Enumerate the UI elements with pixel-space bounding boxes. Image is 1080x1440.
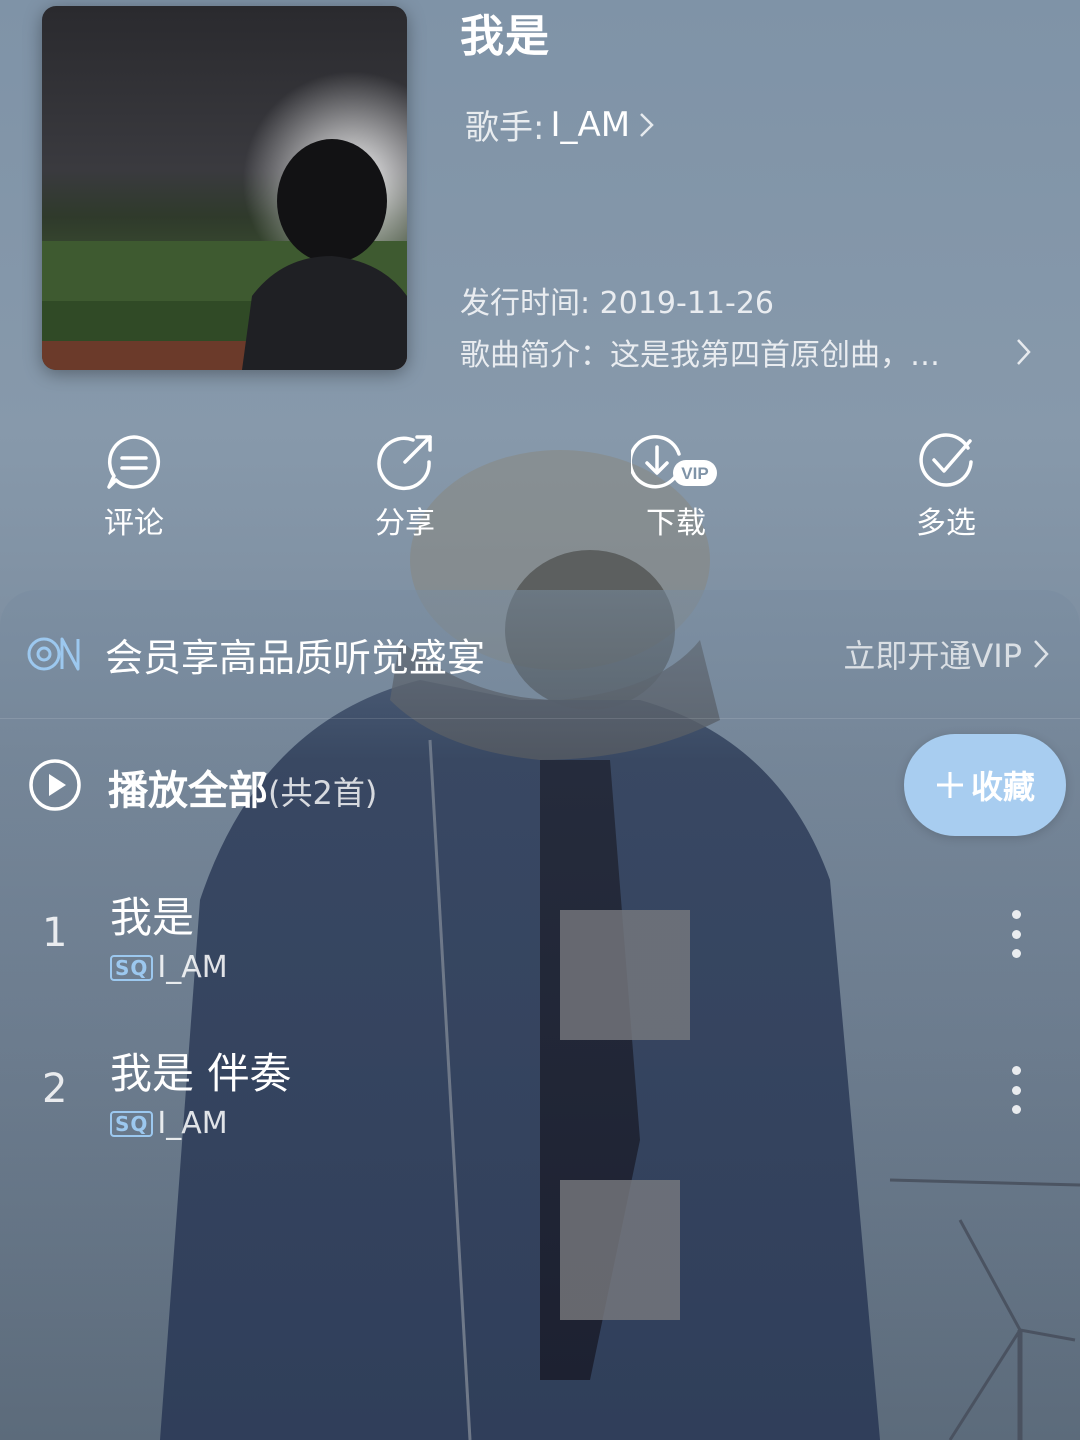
play-all-button[interactable]: 播放全部(共2首) — [108, 758, 377, 816]
track-meta: SQ I_AM — [110, 1106, 228, 1141]
track-artist: I_AM — [157, 1106, 228, 1141]
track-meta: SQ I_AM — [110, 950, 228, 985]
play-circle-icon[interactable] — [28, 758, 82, 812]
singer-link[interactable]: 歌手: I_AM — [465, 100, 658, 149]
multiselect-label: 多选 — [916, 506, 976, 541]
chevron-right-icon — [1034, 640, 1049, 668]
download-label: 下载 — [646, 506, 706, 541]
track-index: 1 — [42, 910, 68, 956]
vip-open-label: 立即开通VIP — [843, 637, 1022, 675]
action-bar: 评论 分享 VIP 下载 多选 — [0, 432, 1080, 552]
vip-promo-row[interactable]: 会员享高品质听觉盛宴 立即开通VIP — [0, 590, 1080, 719]
chevron-right-icon — [640, 112, 654, 137]
singer-name: I_AM — [550, 104, 631, 145]
track-title: 我是 — [110, 893, 195, 942]
track-index: 2 — [42, 1066, 68, 1112]
song-title: 我是 — [460, 11, 550, 62]
sq-logo-icon — [27, 637, 80, 671]
share-button[interactable]: 分享 — [335, 432, 475, 542]
share-icon — [377, 435, 432, 491]
comment-icon — [107, 435, 161, 489]
album-cover[interactable] — [42, 6, 407, 370]
song-intro[interactable]: 歌曲简介：这是我第四首原创曲，… — [460, 330, 1035, 374]
track-count: (共2首) — [268, 774, 378, 812]
vip-open-link[interactable]: 立即开通VIP — [843, 631, 1052, 677]
comment-label: 评论 — [104, 506, 164, 541]
favorite-label: 收藏 — [970, 768, 1035, 806]
plus-icon — [936, 772, 963, 798]
more-options-icon[interactable] — [1010, 1066, 1022, 1114]
track-row[interactable]: 2 我是 伴奏 SQ I_AM — [0, 1028, 1080, 1168]
favorite-button[interactable]: 收藏 — [904, 734, 1066, 836]
download-button[interactable]: VIP 下载 — [606, 432, 746, 542]
download-vip-icon: VIP — [631, 435, 717, 489]
sq-badge: SQ — [110, 1110, 154, 1137]
track-row[interactable]: 1 我是 SQ I_AM — [0, 872, 1080, 1012]
song-intro-text: 歌曲简介：这是我第四首原创曲，… — [460, 338, 940, 373]
multiselect-button[interactable]: 多选 — [876, 432, 1016, 542]
more-options-icon[interactable] — [1010, 910, 1022, 958]
comment-button[interactable]: 评论 — [64, 432, 204, 542]
share-label: 分享 — [375, 506, 435, 541]
chevron-right-icon — [1017, 339, 1031, 365]
sq-badge: SQ — [110, 954, 154, 981]
release-date: 发行时间: 2019-11-26 — [460, 286, 774, 321]
track-artist: I_AM — [157, 950, 228, 985]
play-all-label: 播放全部 — [108, 768, 268, 814]
track-title: 我是 伴奏 — [110, 1049, 292, 1098]
singer-label: 歌手: — [465, 108, 545, 148]
vip-badge: VIP — [681, 464, 708, 483]
vip-promo-text: 会员享高品质听觉盛宴 — [105, 635, 486, 680]
multiselect-icon — [919, 433, 973, 487]
play-all-row: 播放全部(共2首) 收藏 — [0, 730, 1080, 840]
